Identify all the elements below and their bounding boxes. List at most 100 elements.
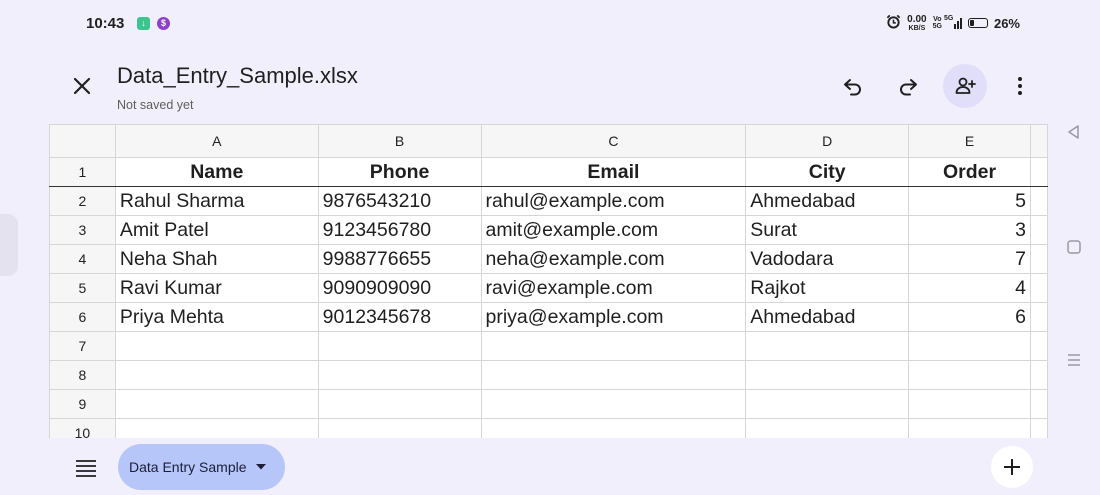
add-sheet-button[interactable] [991,446,1033,488]
cell[interactable]: Phone [317,157,482,187]
cell[interactable]: Email [480,157,747,187]
cell[interactable]: 6 [908,302,1031,332]
row-header[interactable]: 3 [49,215,116,245]
cell[interactable] [480,360,747,390]
row-header[interactable]: 7 [49,331,116,361]
cell[interactable]: Name [114,157,319,187]
cell[interactable] [1029,331,1048,361]
cell[interactable]: 5 [908,186,1031,216]
cell[interactable] [114,418,319,438]
cell[interactable]: City [745,157,910,187]
cell[interactable]: 9012345678 [317,302,482,332]
cell[interactable] [908,331,1031,361]
cell[interactable]: Order [908,157,1031,187]
column-header[interactable]: B [317,124,482,158]
cell[interactable] [480,389,747,419]
cell[interactable] [1029,215,1048,245]
cell[interactable]: Vadodara [745,244,910,274]
sheet-tab[interactable]: Data Entry Sample [118,444,285,490]
cell[interactable]: 9123456780 [317,215,482,245]
cell[interactable]: ravi@example.com [480,273,747,303]
cell[interactable]: 9876543210 [317,186,482,216]
cell[interactable] [1029,389,1048,419]
cell[interactable] [1029,244,1048,274]
cell[interactable]: amit@example.com [480,215,747,245]
cell[interactable] [1029,157,1048,187]
column-header-empty[interactable] [1029,124,1048,158]
cell[interactable] [480,418,747,438]
cell[interactable] [317,360,482,390]
cell[interactable] [745,331,910,361]
cell[interactable]: 4 [908,273,1031,303]
row-header[interactable]: 2 [49,186,116,216]
table-row: 7 [49,331,1048,361]
back-triangle-icon [1068,125,1079,139]
share-button[interactable] [943,64,987,108]
document-title[interactable]: Data_Entry_Sample.xlsx [117,63,358,89]
cell[interactable] [908,389,1031,419]
save-status: Not saved yet [117,98,194,112]
cell[interactable] [480,331,747,361]
row-header[interactable]: 9 [49,389,116,419]
cell[interactable] [1029,186,1048,216]
table-row: 10 [49,418,1048,438]
nav-recents-button[interactable] [1066,352,1082,373]
select-all-corner[interactable] [49,124,116,158]
cell[interactable]: Rajkot [745,273,910,303]
cell[interactable]: 9988776655 [317,244,482,274]
cell[interactable] [745,360,910,390]
sheet-list-button[interactable] [72,454,100,482]
cell[interactable]: Neha Shah [114,244,319,274]
cell[interactable]: neha@example.com [480,244,747,274]
spreadsheet-grid[interactable]: A B C D E 1 Name Phone Email City Order … [49,124,1048,438]
cell[interactable]: Ravi Kumar [114,273,319,303]
cell[interactable]: Surat [745,215,910,245]
cell[interactable] [908,360,1031,390]
column-header[interactable]: C [480,124,747,158]
cell[interactable]: Ahmedabad [745,186,910,216]
cell[interactable] [114,360,319,390]
row-header[interactable]: 10 [49,418,116,438]
cell[interactable]: priya@example.com [480,302,747,332]
cell[interactable]: Rahul Sharma [114,186,319,216]
table-row: 4 Neha Shah 9988776655 neha@example.com … [49,244,1048,274]
cell[interactable] [908,418,1031,438]
cell[interactable] [114,389,319,419]
status-time: 10:43 [86,15,125,32]
floating-side-handle[interactable] [0,214,18,276]
redo-button[interactable] [886,64,930,108]
row-header[interactable]: 1 [49,157,116,187]
column-header[interactable]: E [908,124,1031,158]
cell[interactable] [1029,418,1048,438]
signal-icon: 5G [944,15,962,29]
cell[interactable]: 7 [908,244,1031,274]
column-header[interactable]: A [114,124,319,158]
cell[interactable] [114,331,319,361]
cell[interactable]: Amit Patel [114,215,319,245]
alarm-icon [886,14,901,32]
cell[interactable]: 3 [908,215,1031,245]
cell[interactable] [1029,360,1048,390]
row-header[interactable]: 6 [49,302,116,332]
close-button[interactable] [68,72,96,100]
row-header[interactable]: 8 [49,360,116,390]
cell[interactable]: Priya Mehta [114,302,319,332]
nav-back-button[interactable] [1066,124,1082,145]
nav-home-button[interactable] [1066,239,1082,260]
row-header[interactable]: 5 [49,273,116,303]
row-header[interactable]: 4 [49,244,116,274]
plus-icon [1004,459,1020,475]
more-options-button[interactable] [998,64,1042,108]
cell[interactable]: 9090909090 [317,273,482,303]
cell[interactable] [745,418,910,438]
cell[interactable] [317,418,482,438]
cell[interactable] [1029,273,1048,303]
column-header[interactable]: D [745,124,910,158]
cell[interactable] [1029,302,1048,332]
cell[interactable] [745,389,910,419]
cell[interactable]: Ahmedabad [745,302,910,332]
cell[interactable]: rahul@example.com [480,186,747,216]
undo-button[interactable] [831,64,875,108]
cell[interactable] [317,331,482,361]
cell[interactable] [317,389,482,419]
